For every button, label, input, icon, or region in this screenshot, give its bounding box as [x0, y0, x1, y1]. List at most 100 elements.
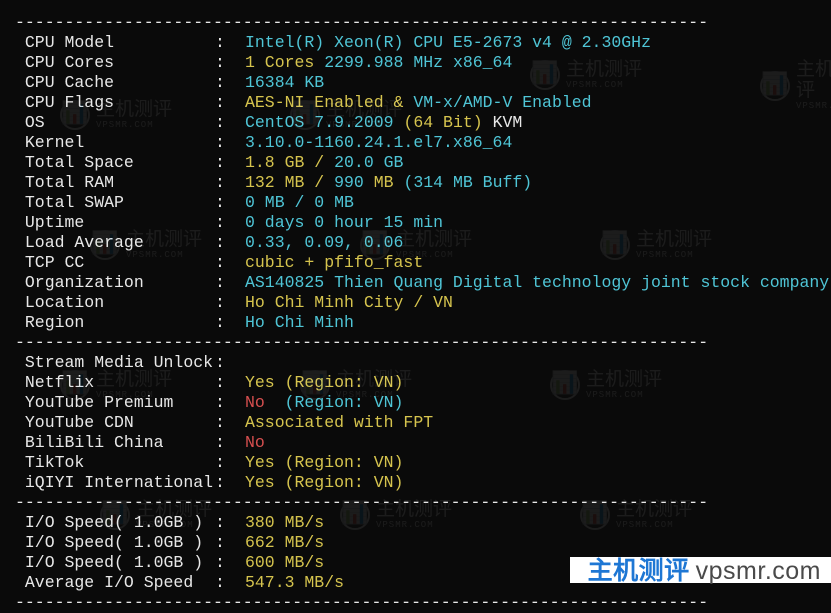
output-row: YouTube Premium: No (Region: VN)	[15, 393, 831, 413]
row-separator: :	[215, 93, 245, 113]
row-value: 3.10.0-1160.24.1.el7.x86_64	[245, 133, 512, 153]
row-separator: :	[215, 273, 245, 293]
footer-badge: 主机测评vpsmr.com	[570, 557, 831, 583]
row-separator: :	[215, 513, 245, 533]
row-label: BiliBili China	[15, 433, 215, 453]
row-separator: :	[215, 153, 245, 173]
row-separator: :	[215, 573, 245, 593]
row-separator: :	[215, 373, 245, 393]
row-label: Uptime	[15, 213, 215, 233]
output-row: Location: Ho Chi Minh City / VN	[15, 293, 831, 313]
divider-line: ----------------------------------------…	[15, 493, 831, 513]
footer-domain: vpsmr.com	[696, 557, 821, 585]
row-label: YouTube Premium	[15, 393, 215, 413]
row-value: 16384 KB	[245, 73, 324, 93]
row-value: Ho Chi Minh City / VN	[245, 293, 453, 313]
divider-line: ----------------------------------------…	[15, 593, 831, 613]
row-label: CPU Cache	[15, 73, 215, 93]
output-row: CPU Flags: AES-NI Enabled & VM-x/AMD-V E…	[15, 93, 831, 113]
row-separator: :	[215, 113, 245, 133]
row-separator: :	[215, 193, 245, 213]
footer-title: 主机测评	[588, 557, 690, 585]
row-value: 0 MB / 0 MB	[245, 193, 354, 213]
row-value: No	[245, 433, 265, 453]
row-label: TCP CC	[15, 253, 215, 273]
row-separator: :	[215, 173, 245, 193]
row-separator: :	[215, 353, 245, 373]
row-label: Netflix	[15, 373, 215, 393]
output-row: CPU Cache: 16384 KB	[15, 73, 831, 93]
output-row: Kernel: 3.10.0-1160.24.1.el7.x86_64	[15, 133, 831, 153]
terminal-output: ----------------------------------------…	[15, 13, 831, 613]
row-label: Location	[15, 293, 215, 313]
row-value: 1 Cores 2299.988 MHz x86_64	[245, 53, 512, 73]
row-value: AES-NI Enabled & VM-x/AMD-V Enabled	[245, 93, 592, 113]
row-value: Yes (Region: VN)	[245, 473, 403, 493]
row-value: cubic + pfifo_fast	[245, 253, 423, 273]
row-value: CentOS 7.9.2009 (64 Bit) KVM	[245, 113, 522, 133]
output-row: Total SWAP: 0 MB / 0 MB	[15, 193, 831, 213]
row-separator: :	[215, 33, 245, 53]
row-value: Yes (Region: VN)	[245, 373, 403, 393]
row-label: Load Average	[15, 233, 215, 253]
row-value: AS140825 Thien Quang Digital technology …	[245, 273, 829, 293]
row-value: No (Region: VN)	[245, 393, 403, 413]
row-value: Ho Chi Minh	[245, 313, 354, 333]
row-value: 0.33, 0.09, 0.06	[245, 233, 403, 253]
row-label: I/O Speed( 1.0GB )	[15, 513, 215, 533]
row-separator: :	[215, 313, 245, 333]
output-row: Stream Media Unlock:	[15, 353, 831, 373]
output-row: Load Average: 0.33, 0.09, 0.06	[15, 233, 831, 253]
row-label: CPU Flags	[15, 93, 215, 113]
row-separator: :	[215, 133, 245, 153]
row-label: I/O Speed( 1.0GB )	[15, 533, 215, 553]
output-row: I/O Speed( 1.0GB ): 662 MB/s	[15, 533, 831, 553]
row-value: Associated with FPT	[245, 413, 433, 433]
row-separator: :	[215, 293, 245, 313]
row-label: Average I/O Speed	[15, 573, 215, 593]
row-separator: :	[215, 73, 245, 93]
row-label: Total SWAP	[15, 193, 215, 213]
output-row: CPU Cores: 1 Cores 2299.988 MHz x86_64	[15, 53, 831, 73]
row-value: 0 days 0 hour 15 min	[245, 213, 443, 233]
output-row: Total RAM: 132 MB / 990 MB (314 MB Buff)	[15, 173, 831, 193]
output-row: Uptime: 0 days 0 hour 15 min	[15, 213, 831, 233]
row-value: 380 MB/s	[245, 513, 324, 533]
output-row: Region: Ho Chi Minh	[15, 313, 831, 333]
row-label: Total RAM	[15, 173, 215, 193]
output-row: OS: CentOS 7.9.2009 (64 Bit) KVM	[15, 113, 831, 133]
output-row: BiliBili China: No	[15, 433, 831, 453]
output-row: Organization: AS140825 Thien Quang Digit…	[15, 273, 831, 293]
row-separator: :	[215, 533, 245, 553]
row-label: OS	[15, 113, 215, 133]
row-separator: :	[215, 213, 245, 233]
row-separator: :	[215, 253, 245, 273]
output-row: CPU Model: Intel(R) Xeon(R) CPU E5-2673 …	[15, 33, 831, 53]
row-label: Total Space	[15, 153, 215, 173]
row-label: YouTube CDN	[15, 413, 215, 433]
output-row: YouTube CDN: Associated with FPT	[15, 413, 831, 433]
row-separator: :	[215, 393, 245, 413]
output-row: Netflix: Yes (Region: VN)	[15, 373, 831, 393]
row-separator: :	[215, 53, 245, 73]
row-value: 600 MB/s	[245, 553, 324, 573]
row-separator: :	[215, 433, 245, 453]
output-row: TCP CC: cubic + pfifo_fast	[15, 253, 831, 273]
row-label: I/O Speed( 1.0GB )	[15, 553, 215, 573]
row-separator: :	[215, 473, 245, 493]
row-label: Kernel	[15, 133, 215, 153]
output-row: Total Space: 1.8 GB / 20.0 GB	[15, 153, 831, 173]
row-value: 662 MB/s	[245, 533, 324, 553]
row-value: Intel(R) Xeon(R) CPU E5-2673 v4 @ 2.30GH…	[245, 33, 651, 53]
row-label: iQIYI International	[15, 473, 215, 493]
row-label: CPU Cores	[15, 53, 215, 73]
divider-line: ----------------------------------------…	[15, 13, 831, 33]
output-row: iQIYI International: Yes (Region: VN)	[15, 473, 831, 493]
output-row: TikTok: Yes (Region: VN)	[15, 453, 831, 473]
divider-line: ----------------------------------------…	[15, 333, 831, 353]
row-value: 132 MB / 990 MB (314 MB Buff)	[245, 173, 532, 193]
row-separator: :	[215, 453, 245, 473]
row-separator: :	[215, 233, 245, 253]
row-value: 547.3 MB/s	[245, 573, 344, 593]
row-value: Yes (Region: VN)	[245, 453, 403, 473]
